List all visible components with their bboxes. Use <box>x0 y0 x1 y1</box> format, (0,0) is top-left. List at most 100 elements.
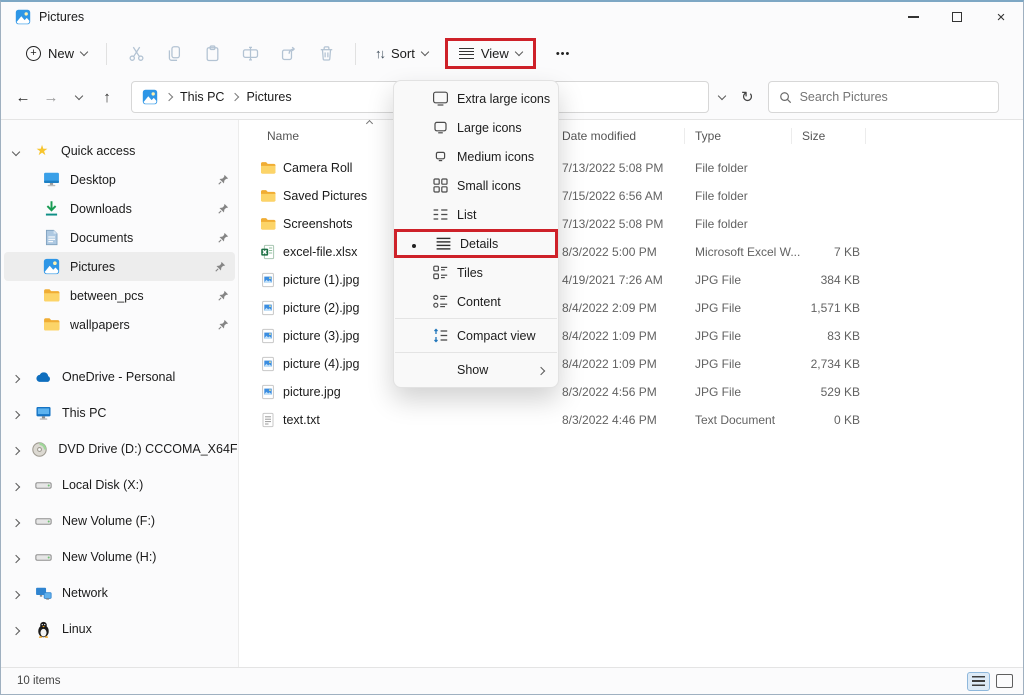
rename-button[interactable] <box>231 38 269 70</box>
share-icon <box>280 45 297 62</box>
column-header-size[interactable]: Size <box>802 129 872 143</box>
menu-item-label: Details <box>460 237 498 251</box>
share-button[interactable] <box>269 38 307 70</box>
menu-item-large-icons[interactable]: Large icons <box>394 113 558 142</box>
new-button[interactable]: + New <box>17 40 96 67</box>
sidebar-item-this-pc[interactable]: This PC <box>1 395 238 431</box>
menu-item-show[interactable]: Show <box>394 355 558 384</box>
table-row-screenshots[interactable]: Screenshots 7/13/2022 5:08 PM File folde… <box>239 210 1023 238</box>
paste-icon <box>204 45 221 62</box>
address-dropdown-icon[interactable] <box>718 91 726 99</box>
sidebar-item-quick-access[interactable]: ★ Quick access <box>1 136 238 165</box>
sidebar-item-dvd-drive[interactable]: DVD Drive (D:) CCCOMA_X64FRE_EN-US <box>1 431 238 467</box>
file-name: picture (2).jpg <box>283 301 359 315</box>
sort-ascending-icon <box>366 120 373 127</box>
sidebar-item-pictures[interactable]: Pictures <box>4 252 235 281</box>
menu-item-small-icons[interactable]: Small icons <box>394 171 558 200</box>
menu-item-content[interactable]: Content <box>394 287 558 316</box>
table-row-picture-4[interactable]: picture (4).jpg 8/4/2022 1:09 PM JPG Fil… <box>239 350 1023 378</box>
menu-item-list[interactable]: List <box>394 200 558 229</box>
sidebar-item-downloads[interactable]: Downloads <box>1 194 238 223</box>
trash-icon <box>318 45 335 62</box>
back-button[interactable]: ← <box>9 83 37 111</box>
text-file-icon <box>260 412 276 428</box>
menu-item-label: Show <box>457 363 488 377</box>
this-pc-icon <box>35 405 52 422</box>
close-button[interactable]: × <box>979 2 1023 32</box>
minimize-button[interactable] <box>891 2 935 32</box>
search-input[interactable] <box>800 90 988 104</box>
menu-item-medium-icons[interactable]: Medium icons <box>394 142 558 171</box>
pin-icon <box>218 203 229 214</box>
jpg-file-icon <box>260 384 276 400</box>
up-button[interactable]: ↑ <box>93 83 121 111</box>
table-row-text-txt[interactable]: text.txt 8/3/2022 4:46 PM Text Document … <box>239 406 1023 434</box>
table-row-picture-3[interactable]: picture (3).jpg 8/4/2022 1:09 PM JPG Fil… <box>239 322 1023 350</box>
cut-button[interactable] <box>117 38 155 70</box>
table-row-camera-roll[interactable]: Camera Roll 7/13/2022 5:08 PM File folde… <box>239 154 1023 182</box>
delete-button[interactable] <box>307 38 345 70</box>
menu-item-compact-view[interactable]: Compact view <box>394 321 558 350</box>
file-list-pane: Name Date modified Type Size Camera Roll… <box>239 120 1023 667</box>
table-row-saved-pictures[interactable]: Saved Pictures 7/15/2022 6:56 AM File fo… <box>239 182 1023 210</box>
see-more-button[interactable]: ••• <box>550 42 577 66</box>
menu-item-extra-large-icons[interactable]: Extra large icons <box>394 84 558 113</box>
copy-button[interactable] <box>155 38 193 70</box>
sidebar-item-new-volume-h[interactable]: New Volume (H:) <box>1 539 238 575</box>
breadcrumb-this-pc[interactable]: This PC <box>180 90 224 104</box>
table-row-excel-file[interactable]: excel-file.xlsx 8/3/2022 5:00 PM Microso… <box>239 238 1023 266</box>
column-divider[interactable] <box>684 128 685 144</box>
jpg-file-icon <box>260 328 276 344</box>
recent-locations-button[interactable] <box>65 83 93 111</box>
chevron-collapsed-icon <box>12 626 20 634</box>
column-divider[interactable] <box>791 128 792 144</box>
new-button-label: New <box>48 46 74 61</box>
sidebar-item-documents[interactable]: Documents <box>1 223 238 252</box>
selected-bullet-icon <box>412 244 416 248</box>
file-type: JPG File <box>695 273 802 287</box>
maximize-button[interactable] <box>935 2 979 32</box>
column-header-type[interactable]: Type <box>695 129 802 143</box>
paste-button[interactable] <box>193 38 231 70</box>
table-row-picture[interactable]: picture.jpg 8/3/2022 4:56 PM JPG File 52… <box>239 378 1023 406</box>
forward-button[interactable]: → <box>37 83 65 111</box>
file-date: 8/4/2022 1:09 PM <box>562 357 695 371</box>
cut-icon <box>128 45 145 62</box>
command-bar: + New ↑↓ Sort View ••• <box>1 32 1023 75</box>
medium-icons-icon <box>432 148 449 165</box>
file-type: File folder <box>695 161 802 175</box>
sidebar-item-wallpapers[interactable]: wallpapers <box>1 310 238 339</box>
menu-item-details[interactable]: Details <box>394 229 558 258</box>
hard-disk-icon <box>35 477 52 494</box>
sidebar-item-between-pcs[interactable]: between_pcs <box>1 281 238 310</box>
file-size: 2,734 KB <box>802 357 872 371</box>
sidebar-item-label: New Volume (F:) <box>62 514 155 528</box>
menu-item-label: Tiles <box>457 266 483 280</box>
details-view-toggle[interactable] <box>967 672 990 691</box>
pictures-app-icon <box>15 9 31 25</box>
sidebar-item-new-volume-f[interactable]: New Volume (F:) <box>1 503 238 539</box>
file-date: 7/13/2022 5:08 PM <box>562 161 695 175</box>
large-thumbnails-view-toggle[interactable] <box>996 674 1013 688</box>
sidebar-item-label: This PC <box>62 406 106 420</box>
column-header-date-modified[interactable]: Date modified <box>562 129 695 143</box>
file-name: Camera Roll <box>283 161 352 175</box>
view-button[interactable]: View <box>445 38 536 69</box>
chevron-down-icon <box>421 48 429 56</box>
search-box[interactable] <box>768 81 999 113</box>
column-divider[interactable] <box>865 128 866 144</box>
sidebar-item-label: Downloads <box>70 202 132 216</box>
sort-button[interactable]: ↑↓ Sort <box>366 40 437 67</box>
chevron-collapsed-icon <box>12 446 20 454</box>
sidebar-item-onedrive[interactable]: OneDrive - Personal <box>1 359 238 395</box>
table-row-picture-2[interactable]: picture (2).jpg 8/4/2022 2:09 PM JPG Fil… <box>239 294 1023 322</box>
sidebar-item-local-disk-x[interactable]: Local Disk (X:) <box>1 467 238 503</box>
file-size: 384 KB <box>802 273 872 287</box>
menu-item-tiles[interactable]: Tiles <box>394 258 558 287</box>
sidebar-item-network[interactable]: Network <box>1 575 238 611</box>
table-row-picture-1[interactable]: picture (1).jpg 4/19/2021 7:26 AM JPG Fi… <box>239 266 1023 294</box>
breadcrumb-pictures[interactable]: Pictures <box>246 90 291 104</box>
refresh-icon[interactable]: ↻ <box>741 88 754 106</box>
sidebar-item-desktop[interactable]: Desktop <box>1 165 238 194</box>
sidebar-item-linux[interactable]: Linux <box>1 611 238 647</box>
